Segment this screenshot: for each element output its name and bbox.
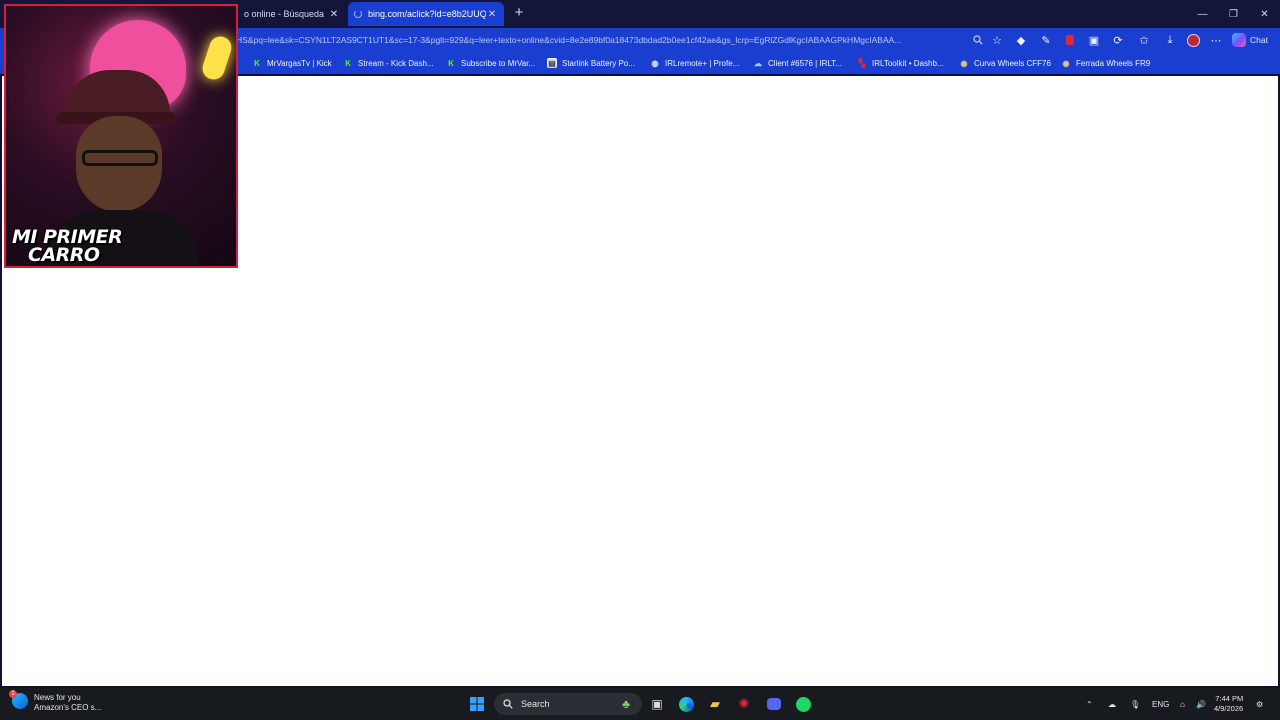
bookmark-item[interactable]: ▚ IRLToolkit • Dashb... bbox=[857, 56, 944, 70]
start-button[interactable] bbox=[467, 694, 487, 714]
bookmark-label: Curva Wheels CFF76 bbox=[974, 58, 1051, 68]
loading-spinner-icon bbox=[354, 10, 362, 18]
clock-date: 4/9/2026 bbox=[1214, 704, 1244, 713]
search-highlight-icon: ♣ bbox=[622, 697, 630, 711]
news-subtitle: Amazon's CEO s... bbox=[34, 703, 102, 712]
glasses-shape bbox=[82, 150, 158, 166]
taskbar-search[interactable]: Search ♣ bbox=[494, 693, 642, 715]
clock-time: 7:44 PM bbox=[1215, 694, 1244, 703]
cloud-icon: ☁ bbox=[754, 58, 762, 68]
notification-icon[interactable]: ⚙ bbox=[1256, 688, 1263, 720]
webcam-title-label: MI PRIMER CARRO bbox=[12, 228, 123, 266]
extension-diamond-icon[interactable]: ◆ bbox=[1013, 32, 1029, 48]
copilot-icon bbox=[1232, 33, 1246, 47]
new-tab-button[interactable]: + bbox=[510, 4, 528, 22]
task-view-icon[interactable]: ▣ bbox=[647, 694, 667, 714]
bookmark-item[interactable]: ☁ Client #6576 | IRLT... bbox=[753, 56, 842, 70]
tab-title: o online - Búsqueda bbox=[244, 9, 325, 19]
volume-icon[interactable]: 🔊 bbox=[1196, 688, 1206, 720]
kick-icon: K bbox=[254, 58, 260, 68]
language-indicator[interactable]: ENG bbox=[1152, 688, 1169, 720]
desktop-screen: o online - Búsqueda ✕ bing.com/aclick?ld… bbox=[0, 0, 1280, 720]
address-bar[interactable]: HS&pq=lee&sk=CSYN1LT2AS9CT1UT1&sc=17-3&p… bbox=[236, 31, 996, 49]
restore-icon[interactable]: ❐ bbox=[1218, 0, 1249, 28]
bookmark-item[interactable]: K Stream - Kick Dash... bbox=[343, 56, 434, 70]
search-label: Search bbox=[521, 699, 550, 709]
bookmark-item[interactable]: ▤ Starlink Battery Po... bbox=[547, 56, 635, 70]
windows-taskbar: 1 News for you Amazon's CEO s... Search … bbox=[0, 688, 1280, 720]
kick-icon: K bbox=[448, 58, 454, 68]
bookmark-label: Client #6576 | IRLT... bbox=[768, 58, 842, 68]
downloads-icon[interactable]: ⤓ bbox=[1162, 32, 1178, 48]
more-menu-icon[interactable]: ⋯ bbox=[1208, 32, 1224, 48]
tab-busqueda[interactable]: o online - Búsqueda ✕ bbox=[238, 2, 346, 26]
profile-avatar[interactable] bbox=[1185, 32, 1201, 48]
bookmark-item[interactable]: K Subscribe to MrVar... bbox=[446, 56, 535, 70]
globe-icon: ◍ bbox=[651, 58, 659, 68]
favorite-star-icon[interactable]: ☆ bbox=[989, 32, 1005, 48]
bookmark-label: IRLremote+ | Profe... bbox=[665, 58, 740, 68]
spotify-icon[interactable] bbox=[793, 694, 813, 714]
favorites-icon[interactable]: ✩ bbox=[1136, 32, 1152, 48]
close-window-icon[interactable]: ✕ bbox=[1249, 0, 1280, 28]
microphone-icon[interactable]: 🎙 bbox=[1130, 688, 1140, 720]
bookmark-label: MrVargasTv | Kick bbox=[267, 58, 332, 68]
edge-browser-icon[interactable] bbox=[676, 694, 696, 714]
tab-close-icon[interactable]: ✕ bbox=[328, 9, 340, 20]
bookmark-label: Stream - Kick Dash... bbox=[358, 58, 434, 68]
chat-label: Chat bbox=[1250, 35, 1268, 45]
search-icon bbox=[503, 699, 513, 709]
news-icon: 1 bbox=[9, 690, 28, 709]
webcam-title-line2: CARRO bbox=[28, 244, 100, 266]
irltoolkit-icon: ▚ bbox=[858, 58, 866, 68]
bookmark-item[interactable]: ◉ Ferrada Wheels FR9 bbox=[1061, 56, 1151, 70]
windows-logo-icon bbox=[470, 697, 484, 711]
kick-icon: K bbox=[345, 58, 351, 68]
network-icon[interactable]: ⌂ bbox=[1180, 688, 1185, 720]
extension-red-icon[interactable] bbox=[1062, 32, 1078, 48]
bookmark-label: Ferrada Wheels FR9 bbox=[1076, 58, 1151, 68]
tab-title: bing.com/aclick?ld=e8b2UUQLC5 bbox=[368, 9, 486, 19]
system-clock[interactable]: 7:44 PM 4/9/2026 bbox=[1214, 694, 1243, 714]
extension-pen-icon[interactable]: ✎ bbox=[1038, 32, 1054, 48]
tab-bing-aclick[interactable]: bing.com/aclick?ld=e8b2UUQLC5 ✕ bbox=[348, 2, 504, 26]
bookmark-label: Starlink Battery Po... bbox=[562, 58, 635, 68]
copilot-chat-button[interactable]: Chat bbox=[1232, 31, 1268, 49]
onedrive-icon[interactable]: ☁ bbox=[1108, 688, 1116, 720]
wheel-icon: ◉ bbox=[1062, 58, 1070, 68]
news-title: News for you bbox=[34, 693, 81, 702]
bookmark-item[interactable]: K MrVargasTv | Kick bbox=[252, 56, 332, 70]
file-explorer-icon[interactable]: ▰ bbox=[705, 694, 725, 714]
wheel-icon: ◉ bbox=[960, 58, 968, 68]
show-hidden-icons[interactable]: ⌃ bbox=[1086, 688, 1093, 720]
news-badge: 1 bbox=[9, 690, 17, 698]
obs-app-icon[interactable]: ✺ bbox=[734, 694, 754, 714]
bookmark-label: IRLToolkit • Dashb... bbox=[872, 58, 944, 68]
bookmark-item[interactable]: ◍ IRLremote+ | Profe... bbox=[650, 56, 740, 70]
bookmark-label: Subscribe to MrVar... bbox=[461, 58, 536, 68]
minimize-icon[interactable]: — bbox=[1187, 0, 1218, 28]
refresh-extension-icon[interactable]: ⟳ bbox=[1110, 32, 1126, 48]
webcam-overlay: MI PRIMER CARRO bbox=[4, 4, 238, 268]
page-icon: ▤ bbox=[547, 58, 557, 68]
extension-box-icon[interactable]: ▣ bbox=[1086, 32, 1102, 48]
zoom-icon[interactable] bbox=[970, 32, 986, 48]
bookmark-item[interactable]: ◉ Curva Wheels CFF76 bbox=[959, 56, 1051, 70]
tab-close-icon[interactable]: ✕ bbox=[486, 9, 498, 20]
news-widget[interactable]: 1 News for you Amazon's CEO s... bbox=[9, 690, 102, 713]
banana-neon-decoration bbox=[199, 33, 235, 83]
discord-icon[interactable] bbox=[764, 694, 784, 714]
